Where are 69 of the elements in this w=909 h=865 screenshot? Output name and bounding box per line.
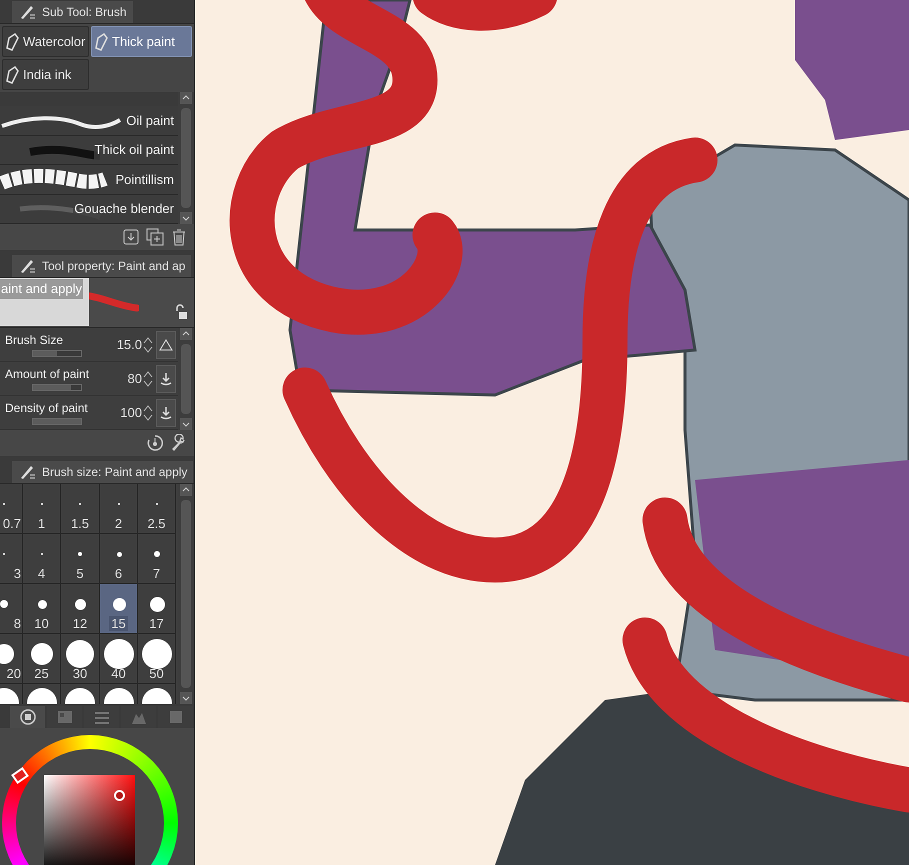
color-panel-tab[interactable] — [10, 706, 45, 728]
panel-tab[interactable]: Brush size: Paint and apply — [12, 461, 194, 483]
brush-size-option[interactable]: 2.5 — [138, 484, 176, 534]
scroll-up-icon[interactable] — [180, 484, 192, 496]
brush-list-item[interactable]: Gouache blender — [0, 194, 178, 224]
scroll-up-icon[interactable] — [180, 92, 192, 104]
brush-size-option[interactable]: 20 — [0, 634, 23, 684]
brush-size-option[interactable]: 7 — [138, 534, 176, 584]
scroll-down-icon[interactable] — [180, 212, 192, 224]
brush-size-option[interactable]: 50 — [138, 634, 176, 684]
duplicate-icon[interactable] — [146, 228, 164, 246]
property-label: Density of paint — [5, 400, 89, 414]
brush-size-option[interactable]: 1.5 — [61, 484, 100, 534]
brush-size-option[interactable]: 5 — [61, 534, 100, 584]
brush-size-option[interactable]: 4 — [23, 534, 61, 584]
bottle-icon — [5, 32, 19, 52]
property-label: Amount of paint — [5, 366, 90, 380]
trash-icon[interactable] — [170, 228, 188, 246]
saturation-square[interactable] — [44, 775, 135, 865]
scroll-up-icon[interactable] — [180, 328, 192, 340]
property-label: Brush Size — [5, 332, 64, 346]
brush-icon — [18, 463, 36, 481]
sub-tool-group-tab[interactable]: Watercolor — [2, 26, 89, 57]
download-icon — [159, 372, 173, 386]
brush-size-option[interactable]: 0.7 — [0, 484, 23, 534]
brush-icon — [18, 257, 36, 275]
brush-stroke-icon — [89, 292, 139, 314]
preview-label: aint and apply — [0, 279, 83, 298]
brush-size-option[interactable]: 25 — [23, 634, 61, 684]
brush-size-option[interactable]: 15 — [100, 584, 138, 634]
brush-size-option[interactable]: 2 — [100, 484, 138, 534]
sub-tool-group-tab[interactable]: Thick paint — [91, 26, 192, 57]
download-icon[interactable] — [122, 228, 140, 246]
spinner-icon[interactable] — [143, 336, 153, 354]
pressure-button[interactable] — [156, 398, 176, 426]
bottle-icon — [5, 64, 19, 84]
lock-icon[interactable] — [174, 304, 188, 320]
slider-track[interactable] — [32, 384, 82, 390]
dial-icon[interactable] — [146, 434, 164, 452]
property-value: 15.0 — [116, 336, 142, 354]
brush-size-option[interactable]: 1 — [23, 484, 61, 534]
scrollbar-thumb[interactable] — [181, 500, 191, 688]
download-icon — [159, 406, 173, 420]
brush-list-item[interactable]: Thick oil paint — [0, 136, 178, 165]
property-value: 80 — [128, 370, 142, 388]
panel-icon — [56, 708, 74, 726]
brush-size-option[interactable]: 8 — [0, 584, 23, 634]
panel-tab[interactable]: Sub Tool: Brush — [12, 1, 132, 23]
brush-size-option[interactable]: 10 — [23, 584, 61, 634]
color-wheel-icon — [18, 708, 36, 726]
brush-size-option[interactable]: 3 — [0, 534, 23, 584]
property-value: 100 — [120, 404, 142, 422]
brush-size-option[interactable]: 30 — [61, 634, 100, 684]
brush-size-option[interactable]: 17 — [138, 584, 176, 634]
brush-icon — [18, 3, 36, 21]
scrollbar-thumb[interactable] — [181, 108, 191, 208]
brush-size-option[interactable]: 40 — [100, 634, 138, 684]
scroll-down-icon[interactable] — [180, 692, 192, 704]
sub-tool-group-tab[interactable]: India ink — [2, 59, 89, 90]
spinner-icon[interactable] — [143, 404, 153, 422]
pressure-button[interactable] — [156, 364, 176, 392]
spinner-icon[interactable] — [143, 370, 153, 388]
bottle-icon — [94, 32, 108, 52]
pressure-triangle-button[interactable] — [156, 330, 176, 358]
scroll-down-icon[interactable] — [180, 418, 192, 430]
slider-track[interactable] — [32, 350, 82, 356]
triangle-icon — [159, 338, 173, 350]
scrollbar-thumb[interactable] — [181, 344, 191, 414]
panel-tab[interactable]: Tool property: Paint and ap — [12, 255, 192, 277]
